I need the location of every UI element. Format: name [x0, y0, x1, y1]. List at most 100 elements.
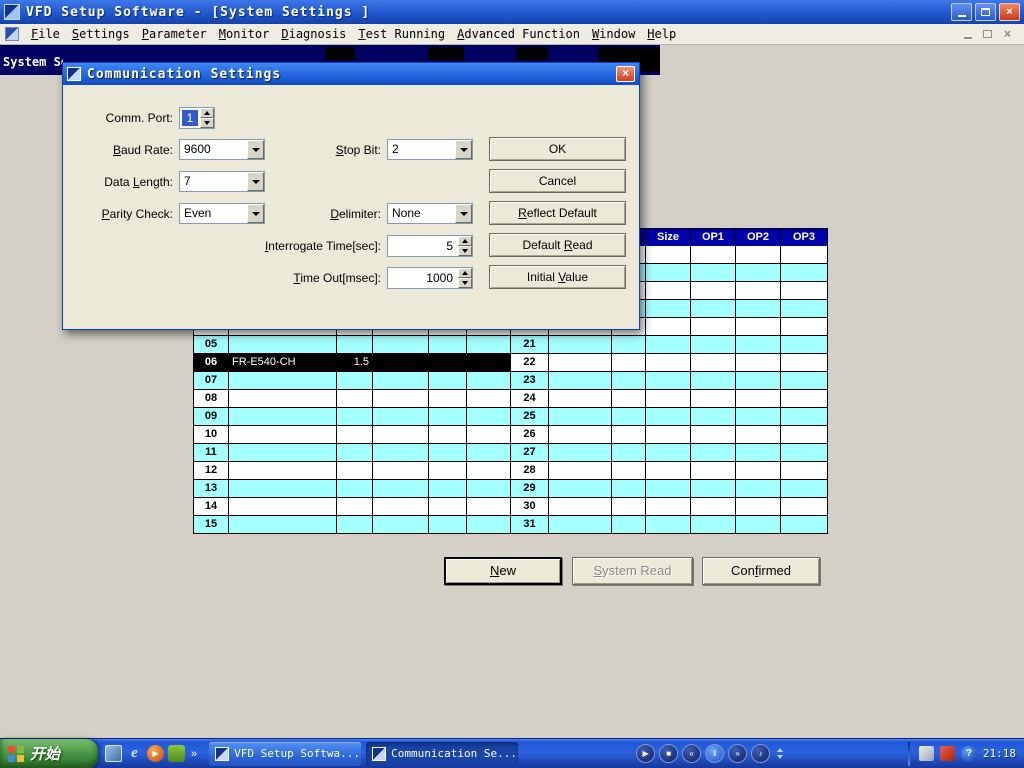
- ok-button[interactable]: OK: [489, 137, 626, 161]
- initial-value-button[interactable]: Initial Value: [489, 265, 626, 289]
- table-row[interactable]: 07: [194, 372, 511, 390]
- table-row[interactable]: 25: [511, 408, 828, 426]
- confirmed-button[interactable]: Confirmed: [702, 557, 820, 585]
- cell: [549, 480, 612, 498]
- child-close-button[interactable]: ×: [999, 27, 1016, 42]
- menu-test-running[interactable]: Test Running: [352, 25, 451, 43]
- child-system-menu-icon[interactable]: [5, 27, 19, 41]
- menu-diagnosis[interactable]: Diagnosis: [275, 25, 352, 43]
- table-row[interactable]: 21: [511, 336, 828, 354]
- table-row[interactable]: 27: [511, 444, 828, 462]
- restore-button[interactable]: [975, 3, 996, 21]
- next-track-button[interactable]: »: [728, 744, 747, 763]
- menu-file[interactable]: File: [25, 25, 66, 43]
- table-row[interactable]: 31: [511, 516, 828, 534]
- internet-explorer-icon[interactable]: e: [126, 745, 143, 762]
- table-row[interactable]: 30: [511, 498, 828, 516]
- spin-up-button[interactable]: [458, 236, 472, 246]
- cell: [549, 516, 612, 534]
- chevron-up-icon: [462, 239, 468, 243]
- show-desktop-icon[interactable]: [105, 745, 122, 762]
- reflect-default-button[interactable]: Reflect Default: [489, 201, 626, 225]
- comm-port-spinner[interactable]: 1: [179, 107, 215, 129]
- data-length-dropdown-button[interactable]: [247, 172, 264, 191]
- table-row[interactable]: 10: [194, 426, 511, 444]
- tray-icon-2[interactable]: [940, 746, 955, 761]
- media-player-icon[interactable]: ▶: [147, 745, 164, 762]
- table-row[interactable]: 26: [511, 426, 828, 444]
- cell: [781, 516, 828, 534]
- cell: [646, 390, 691, 408]
- table-row[interactable]: 09: [194, 408, 511, 426]
- close-button[interactable]: ×: [999, 3, 1020, 21]
- table-row[interactable]: 22: [511, 354, 828, 372]
- model-cell: [229, 462, 337, 480]
- stop-bit-dropdown-button[interactable]: [455, 140, 472, 159]
- stop-button[interactable]: ■: [659, 744, 678, 763]
- quick-launch-overflow-chevron[interactable]: »: [189, 748, 197, 760]
- pause-button[interactable]: ‖: [705, 744, 724, 763]
- table-row[interactable]: 14: [194, 498, 511, 516]
- table-row[interactable]: 29: [511, 480, 828, 498]
- tray-help-icon[interactable]: ?: [961, 746, 977, 762]
- child-restore-button[interactable]: [979, 27, 996, 42]
- menu-settings[interactable]: Settings: [66, 25, 136, 43]
- minimize-button[interactable]: [951, 3, 972, 21]
- previous-track-button[interactable]: «: [682, 744, 701, 763]
- spin-down-button[interactable]: [458, 278, 472, 288]
- timeout-spinner[interactable]: 1000: [387, 267, 473, 289]
- cell: [646, 336, 691, 354]
- spin-up-button[interactable]: [458, 268, 472, 278]
- baud-rate-select[interactable]: 9600: [179, 139, 265, 160]
- child-minimize-button[interactable]: [959, 27, 976, 42]
- spin-down-button[interactable]: [200, 118, 214, 128]
- cancel-button[interactable]: Cancel: [489, 169, 626, 193]
- cell: [736, 480, 781, 498]
- cell: [467, 462, 511, 480]
- delimiter-select[interactable]: None: [387, 203, 473, 224]
- table-row[interactable]: 13: [194, 480, 511, 498]
- row-number: 26: [511, 426, 549, 444]
- table-row[interactable]: 15: [194, 516, 511, 534]
- system-read-button[interactable]: System Read: [572, 557, 693, 585]
- play-button[interactable]: ▶: [636, 744, 655, 763]
- system-tray: ? 21:18: [900, 739, 1024, 768]
- data-length-select[interactable]: 7: [179, 171, 265, 192]
- taskbar-task-communication-settings[interactable]: Communication Se...: [366, 742, 518, 766]
- table-row[interactable]: 08: [194, 390, 511, 408]
- cell: [691, 336, 736, 354]
- new-button[interactable]: New: [444, 557, 562, 585]
- table-row[interactable]: 28: [511, 462, 828, 480]
- cell: [429, 408, 467, 426]
- start-button[interactable]: 开始: [0, 739, 98, 768]
- table-row[interactable]: 05: [194, 336, 511, 354]
- toolbar-scroll-buttons[interactable]: [777, 748, 783, 759]
- baud-rate-dropdown-button[interactable]: [247, 140, 264, 159]
- table-row[interactable]: 24: [511, 390, 828, 408]
- tray-icon-1[interactable]: [919, 746, 934, 761]
- menu-help[interactable]: Help: [641, 25, 682, 43]
- table-row-selected[interactable]: 06FR-E540-CH1.5: [194, 354, 511, 372]
- table-row[interactable]: 23: [511, 372, 828, 390]
- dialog-titlebar[interactable]: Communication Settings: [63, 63, 639, 85]
- stop-bit-select[interactable]: 2: [387, 139, 473, 160]
- table-row[interactable]: 11: [194, 444, 511, 462]
- default-read-button[interactable]: Default Read: [489, 233, 626, 257]
- menu-monitor[interactable]: Monitor: [213, 25, 276, 43]
- menu-window[interactable]: Window: [586, 25, 641, 43]
- interrogate-time-spinner[interactable]: 5: [387, 235, 473, 257]
- messenger-icon[interactable]: [168, 745, 185, 762]
- menu-parameter[interactable]: Parameter: [136, 25, 213, 43]
- data-length-label: Data Length:: [87, 175, 173, 189]
- taskbar-task-vfd-setup[interactable]: VFD Setup Softwa...: [209, 742, 361, 766]
- menu-advanced-function[interactable]: Advanced Function: [451, 25, 586, 43]
- spin-down-button[interactable]: [458, 246, 472, 256]
- volume-button[interactable]: ♪: [751, 744, 770, 763]
- header-cell-op2: OP2: [736, 229, 781, 247]
- parity-check-dropdown-button[interactable]: [247, 204, 264, 223]
- delimiter-dropdown-button[interactable]: [455, 204, 472, 223]
- table-row[interactable]: 12: [194, 462, 511, 480]
- spin-up-button[interactable]: [200, 108, 214, 118]
- dialog-close-button[interactable]: ×: [616, 66, 635, 82]
- parity-check-select[interactable]: Even: [179, 203, 265, 224]
